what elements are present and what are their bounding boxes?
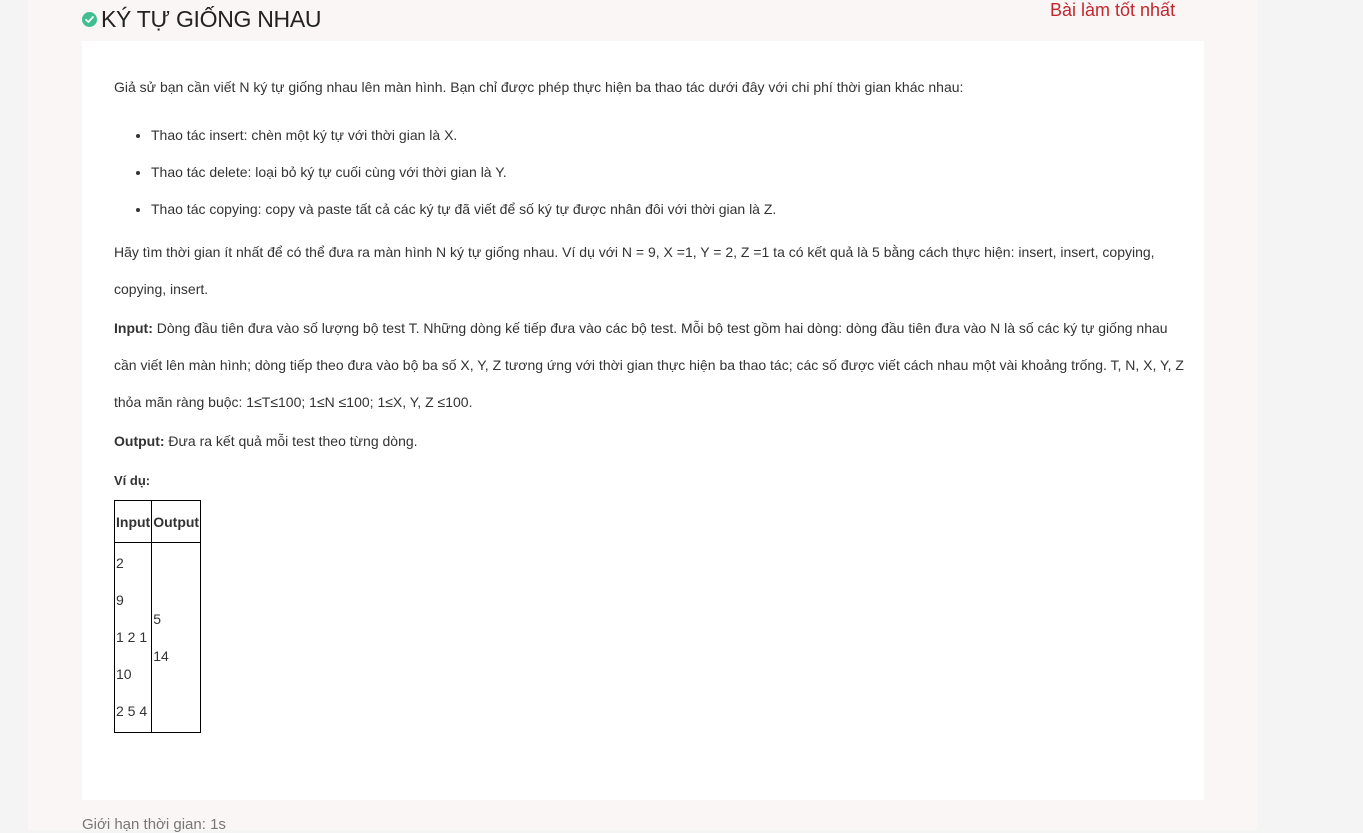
hint-paragraph: Hãy tìm thời gian ít nhất để có thể đưa …	[114, 244, 1155, 297]
problem-title: KÝ TỰ GIỐNG NHAU	[101, 5, 322, 32]
table-header-input: Input	[113, 500, 153, 543]
list-item: Thao tác insert: chèn một ký tự với thời…	[151, 117, 776, 154]
intro-paragraph: Giả sử bạn cần viết N ký tự giống nhau l…	[114, 79, 964, 95]
problem-statement-card: Giả sử bạn cần viết N ký tự giống nhau l…	[82, 41, 1204, 800]
input-line: 10	[116, 666, 132, 682]
input-description: Input: Dòng đầu tiên đưa vào số lượng bộ…	[114, 310, 1184, 421]
output-line: 5	[153, 610, 162, 627]
table-row: 2 9 1 2 1 10 2 5 4 5 14	[113, 542, 202, 733]
example-input-cell: 2 9 1 2 1 10 2 5 4	[113, 542, 153, 733]
list-item: Thao tác delete: loại bỏ ký tự cuối cùng…	[151, 154, 776, 191]
input-line: 2	[116, 555, 124, 571]
operations-list: Thao tác insert: chèn một ký tự với thời…	[114, 117, 776, 228]
table-header-output: Output	[151, 500, 202, 543]
output-line: 14	[153, 647, 169, 664]
input-label: Input:	[114, 320, 153, 336]
output-description: Output: Đưa ra kết quả mỗi test theo từn…	[114, 423, 1184, 460]
time-limit: Giới hạn thời gian: 1s	[82, 816, 226, 833]
example-label: Ví dụ:	[114, 473, 151, 488]
output-text: Đưa ra kết quả mỗi test theo từng dòng.	[164, 433, 418, 449]
example-output-cell: 5 14	[151, 542, 202, 733]
input-line: 1 2 1	[116, 629, 148, 645]
input-line: 2 5 4	[116, 703, 148, 719]
table-header-row: Input Output	[113, 500, 202, 543]
best-solution-link[interactable]: Bài làm tốt nhất	[1050, 0, 1175, 21]
check-circle-icon	[82, 11, 97, 27]
input-text: Dòng đầu tiên đưa vào số lượng bộ test T…	[114, 320, 1184, 410]
output-label: Output:	[114, 433, 165, 449]
example-table: Input Output 2 9 1 2 1 10 2 5 4 5 14	[113, 500, 202, 733]
input-line: 9	[116, 592, 124, 608]
problem-header: KÝ TỰ GIỐNG NHAU	[82, 4, 321, 34]
list-item: Thao tác copying: copy và paste tất cả c…	[151, 191, 776, 228]
